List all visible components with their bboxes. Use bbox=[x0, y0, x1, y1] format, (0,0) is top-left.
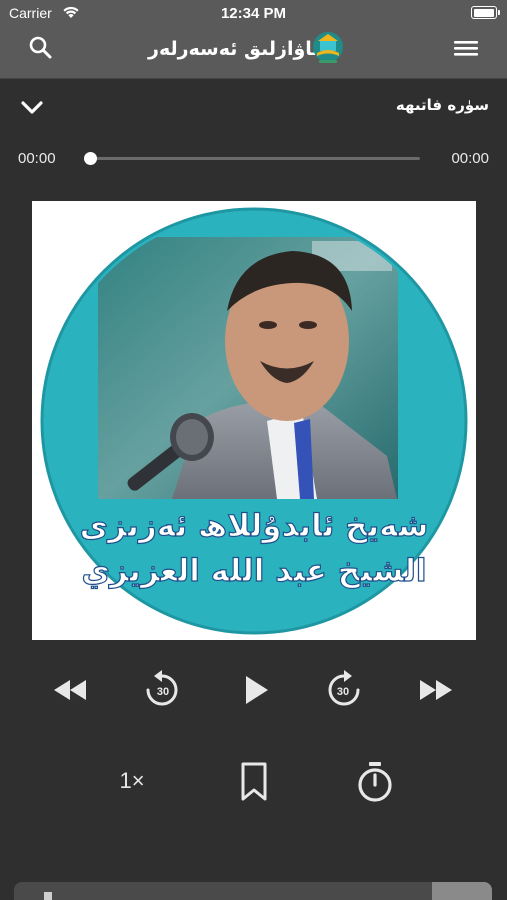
progress-thumb[interactable] bbox=[84, 152, 97, 165]
svg-text:30: 30 bbox=[337, 686, 349, 698]
panel-handle[interactable] bbox=[44, 892, 52, 900]
album-artwork: شەيخ ئابدۇللاھ ئەزىزى الشيخ عبد الله الع… bbox=[32, 201, 476, 640]
skip-forward-30-icon: 30 bbox=[328, 670, 360, 706]
panel-right-segment bbox=[432, 882, 492, 900]
play-icon bbox=[246, 676, 268, 704]
menu-button[interactable] bbox=[451, 33, 481, 63]
fast-forward-button[interactable] bbox=[416, 672, 456, 708]
skip-back-30-icon: 30 bbox=[146, 670, 178, 706]
status-bar: Carrier 12:34 PM bbox=[0, 0, 507, 28]
play-button[interactable] bbox=[240, 672, 272, 708]
playback-speed-button[interactable]: 1× bbox=[110, 768, 154, 794]
bookmark-button[interactable] bbox=[236, 761, 272, 803]
page-title: ئاۋازلىق ئەسەرلەر bbox=[148, 38, 320, 60]
search-icon bbox=[29, 36, 52, 59]
collapse-player-button[interactable] bbox=[18, 94, 46, 122]
total-time: 00:00 bbox=[451, 150, 489, 167]
search-button[interactable] bbox=[26, 33, 56, 63]
app-logo-icon bbox=[311, 31, 345, 67]
rewind-icon bbox=[54, 680, 86, 700]
skip-forward-30-button[interactable]: 30 bbox=[324, 668, 364, 712]
track-title: سۈرە فاتىھە bbox=[395, 96, 489, 114]
artwork-caption-line1: شەيخ ئابدۇللاھ ئەزىزى bbox=[80, 508, 429, 544]
nav-bar: ئاۋازلىق ئەسەرلەر bbox=[0, 28, 507, 79]
rewind-button[interactable] bbox=[50, 672, 90, 708]
mini-panel[interactable] bbox=[14, 882, 492, 900]
timer-icon bbox=[358, 762, 392, 802]
hamburger-menu-icon bbox=[454, 41, 478, 56]
sleep-timer-button[interactable] bbox=[354, 760, 396, 804]
battery-icon bbox=[471, 6, 500, 19]
fast-forward-icon bbox=[420, 680, 452, 700]
current-time: 00:00 bbox=[18, 150, 56, 167]
artwork-caption-line2: الشيخ عبد الله العزيزي bbox=[81, 553, 426, 589]
battery-level bbox=[473, 8, 494, 17]
svg-text:30: 30 bbox=[157, 686, 169, 698]
chevron-down-icon bbox=[21, 101, 43, 114]
status-time: 12:34 PM bbox=[220, 5, 287, 22]
skip-back-30-button[interactable]: 30 bbox=[142, 668, 182, 712]
bookmark-icon bbox=[241, 762, 267, 801]
progress-slider[interactable] bbox=[90, 157, 420, 160]
